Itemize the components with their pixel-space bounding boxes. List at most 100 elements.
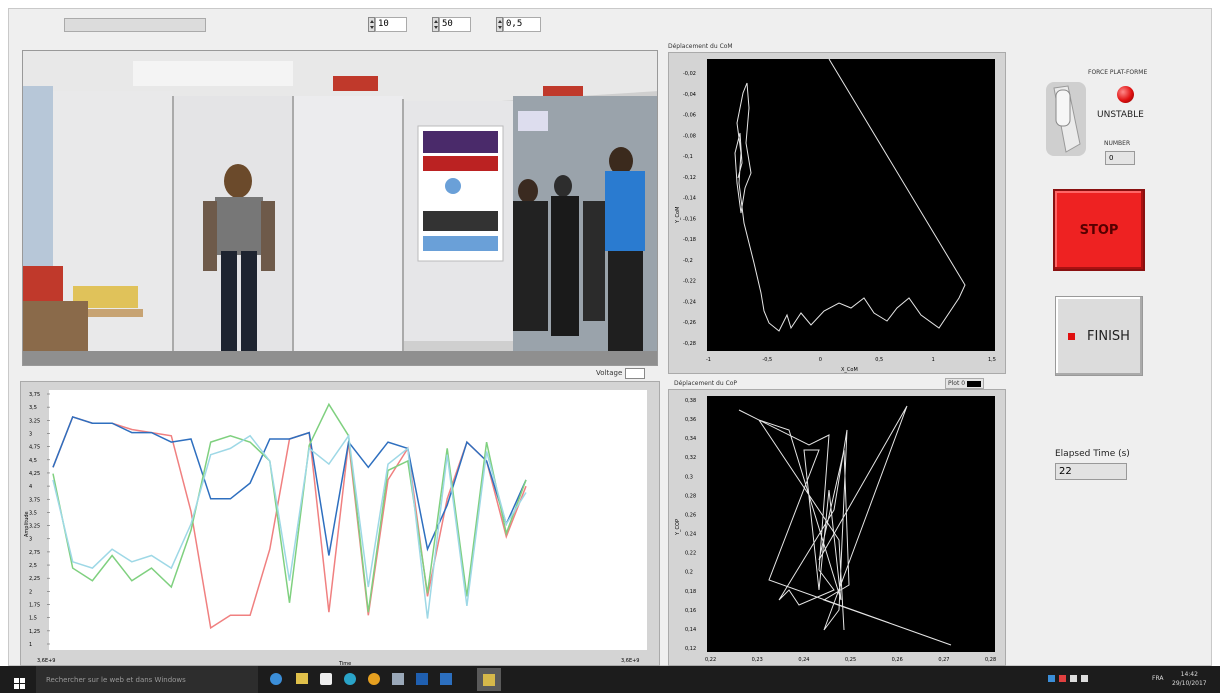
edge-browser-icon[interactable] <box>270 673 282 685</box>
amplitude-y-tick: 2,75 <box>29 550 40 556</box>
cop-y-tick: 0,3 <box>685 474 693 480</box>
cop-plot-legend[interactable]: Plot 0 <box>945 378 985 389</box>
com-x-tick: -1 <box>706 357 711 363</box>
labview-taskbar-button[interactable] <box>477 668 501 691</box>
status-led-icon <box>1117 86 1134 103</box>
cop-x-tick: 0,28 <box>985 657 996 663</box>
numeric-value[interactable]: 10 <box>375 17 407 32</box>
com-y-tick: -0,06 <box>683 113 696 119</box>
taskbar-search-box[interactable]: Rechercher sur le web et dans Windows <box>36 666 258 693</box>
com-xy-graph[interactable]: -0,02 -0,04 -0,06 -0,08 -0,1 -0,12 -0,14 -0,16 -… <box>668 52 1006 374</box>
amplitude-waveform-graph[interactable]: Amplitude 3,6E+9 3,6E+9 Time 3,75 3,5 3,25… <box>20 381 660 667</box>
app-icon[interactable] <box>440 673 452 685</box>
cop-y-tick: 0,24 <box>685 532 696 538</box>
cop-x-tick: 0,27 <box>938 657 949 663</box>
word-icon[interactable] <box>416 673 428 685</box>
cop-y-tick: 0,16 <box>685 608 696 614</box>
app-icon[interactable] <box>392 673 404 685</box>
cop-plot-title: Déplacement du CoP <box>674 380 738 387</box>
cop-y-tick: 0,26 <box>685 512 696 518</box>
cop-y-tick: 0,34 <box>685 436 696 442</box>
spin-arrows-icon[interactable] <box>432 17 439 32</box>
amplitude-y-tick: 3,75 <box>29 497 40 503</box>
elapsed-time-label: Elapsed Time (s) <box>1055 449 1130 459</box>
com-y-tick: -0,02 <box>683 71 696 77</box>
cop-y-tick: 0,18 <box>685 589 696 595</box>
com-x-tick: 0,5 <box>875 357 883 363</box>
amplitude-y-tick: 2,5 <box>29 563 37 569</box>
tray-icon[interactable] <box>1048 675 1055 682</box>
clock[interactable]: 14:42 29/10/2017 <box>1172 670 1207 688</box>
status-text: UNSTABLE <box>1097 110 1144 120</box>
legend-swatch-icon <box>967 380 982 387</box>
cop-y-tick: 0,38 <box>685 398 696 404</box>
com-plot-area: -0,02 -0,04 -0,06 -0,08 -0,1 -0,12 -0,14 -0,16 -… <box>675 58 996 373</box>
cop-x-tick: 0,26 <box>892 657 903 663</box>
file-explorer-icon[interactable] <box>296 673 308 684</box>
com-plot-title: Déplacement du CoM <box>668 43 733 50</box>
cop-x-tick: 0,22 <box>705 657 716 663</box>
cop-y-tick: 0,14 <box>685 627 696 633</box>
amplitude-y-tick: 1 <box>29 642 32 648</box>
amplitude-y-tick: 1,75 <box>29 603 40 609</box>
amplitude-y-tick: 1,25 <box>29 629 40 635</box>
language-indicator[interactable]: FRA <box>1152 675 1163 682</box>
app-icon[interactable] <box>344 673 356 685</box>
search-placeholder: Rechercher sur le web et dans Windows <box>46 675 186 684</box>
com-y-tick: -0,24 <box>683 299 696 305</box>
com-y-tick: -0,14 <box>683 196 696 202</box>
amplitude-y-tick: 3,25 <box>29 524 40 530</box>
clock-date: 29/10/2017 <box>1172 680 1207 687</box>
cop-y-tick: 0,22 <box>685 551 696 557</box>
amplitude-y-tick: 3,25 <box>29 418 40 424</box>
stop-button[interactable]: STOP <box>1053 189 1145 271</box>
network-icon[interactable] <box>1081 675 1088 682</box>
com-y-tick: -0,1 <box>683 154 693 160</box>
com-y-tick: -0,2 <box>683 258 693 264</box>
store-icon[interactable] <box>320 673 332 685</box>
amplitude-x-end: 3,6E+9 <box>621 658 639 664</box>
amplitude-y-tick: 3,5 <box>29 510 37 516</box>
amplitude-y-tick: 4,25 <box>29 471 40 477</box>
cop-y-tick: 0,28 <box>685 493 696 499</box>
numeric-control-3[interactable]: 0,5 <box>496 16 541 33</box>
plot-legend-voltage[interactable]: Voltage <box>596 367 646 379</box>
labview-icon <box>483 673 495 686</box>
camera-scene-image <box>23 51 657 365</box>
volume-icon[interactable] <box>1070 675 1077 682</box>
legend-label: Voltage <box>596 369 623 377</box>
windows-start-icon[interactable] <box>14 674 25 689</box>
cop-y-tick: 0,2 <box>685 570 693 576</box>
amplitude-plot-area: Amplitude 3,6E+9 3,6E+9 Time 3,753,53,25… <box>24 390 647 667</box>
system-tray[interactable] <box>1048 675 1088 682</box>
com-y-tick: -0,26 <box>683 320 696 326</box>
spin-arrows-icon[interactable] <box>368 17 375 32</box>
tray-icon[interactable] <box>1059 675 1066 682</box>
numeric-value[interactable]: 50 <box>439 17 471 32</box>
number-label: NUMBER <box>1104 140 1131 147</box>
toggle-switch[interactable] <box>1046 82 1086 156</box>
clock-time: 14:42 <box>1180 671 1198 678</box>
finish-label: FINISH <box>1087 328 1130 344</box>
amplitude-y-tick: 4,75 <box>29 445 40 451</box>
cop-xy-graph[interactable]: 0,38 0,36 0,34 0,32 0,3 0,28 0,26 0,24 0,22 0,2 0,… <box>668 389 1006 666</box>
numeric-control-1[interactable]: 10 <box>368 16 407 33</box>
legend-label: Plot 0 <box>948 380 966 387</box>
com-y-tick: -0,16 <box>683 216 696 222</box>
windows-taskbar: Rechercher sur le web et dans Windows FR… <box>0 666 1220 693</box>
spin-arrows-icon[interactable] <box>496 17 503 32</box>
com-y-tick: -0,22 <box>683 279 696 285</box>
finish-button[interactable]: FINISH <box>1055 296 1143 376</box>
legend-swatch-icon <box>625 367 646 379</box>
cop-x-tick: 0,24 <box>798 657 809 663</box>
com-y-tick: -0,28 <box>683 341 696 347</box>
numeric-control-2[interactable]: 50 <box>432 16 471 33</box>
numeric-value[interactable]: 0,5 <box>503 17 541 32</box>
toggle-switch-icon <box>1046 82 1086 156</box>
chrome-icon[interactable] <box>368 673 380 685</box>
stop-label: STOP <box>1079 222 1119 238</box>
amplitude-y-tick: 3,5 <box>29 405 37 411</box>
com-xlabel: X_CoM <box>841 367 858 373</box>
cop-plot-area: 0,38 0,36 0,34 0,32 0,3 0,28 0,26 0,24 0,22 0,2 0,… <box>675 396 996 663</box>
progress-bar <box>64 18 206 32</box>
